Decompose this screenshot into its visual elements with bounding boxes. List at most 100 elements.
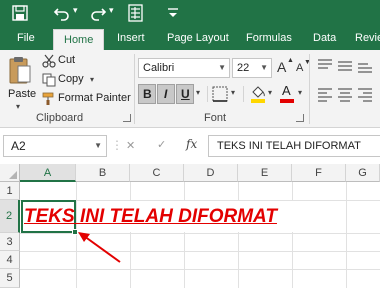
- align-left-icon[interactable]: [316, 86, 334, 102]
- annotation-arrow-icon: [78, 232, 121, 263]
- format-painter-label: Format Painter: [58, 92, 131, 104]
- formula-content: TEKS INI TELAH DIFORMAT: [217, 140, 361, 152]
- align-bottom-icon[interactable]: [356, 58, 374, 74]
- row-header-3[interactable]: 3: [0, 233, 20, 251]
- clipboard-dialog-launcher[interactable]: [123, 114, 131, 122]
- font-color-bar: [280, 99, 294, 103]
- font-size-combo[interactable]: 22 ▼: [232, 58, 272, 78]
- italic-label: I: [164, 87, 168, 101]
- excel-window: ▾ ▾ File Home Insert Page Layout Formula…: [0, 0, 380, 288]
- undo-icon[interactable]: [52, 3, 72, 23]
- row-header-2[interactable]: 2: [0, 200, 20, 233]
- paste-icon: [9, 57, 31, 84]
- select-all-triangle-icon: [9, 171, 17, 179]
- redo-icon[interactable]: [88, 3, 108, 23]
- tab-review[interactable]: Revie: [355, 27, 380, 50]
- enter-icon[interactable]: ✓: [157, 138, 166, 151]
- grow-font-caret-icon: ▲: [287, 57, 294, 64]
- column-header-f[interactable]: F: [292, 164, 346, 182]
- cut-label: Cut: [58, 54, 76, 66]
- row-header-1[interactable]: 1: [0, 182, 20, 200]
- fill-color-dropdown-icon[interactable]: ▾: [268, 88, 272, 97]
- group-separator: [134, 54, 135, 124]
- format-painter-button[interactable]: Format Painter: [42, 91, 134, 107]
- copy-icon: [42, 73, 56, 87]
- tab-formulas[interactable]: Formulas: [246, 27, 292, 50]
- gridline: [346, 182, 347, 288]
- font-size-value: 22: [237, 62, 250, 74]
- tab-insert[interactable]: Insert: [117, 27, 145, 50]
- gridline: [292, 182, 293, 288]
- column-header-a[interactable]: A: [20, 164, 76, 182]
- bold-button[interactable]: B: [138, 84, 156, 104]
- font-color-dropdown-icon[interactable]: ▾: [298, 88, 302, 97]
- font-color-button[interactable]: A: [280, 83, 296, 105]
- font-name-dropdown-icon[interactable]: ▼: [218, 59, 226, 77]
- row-header-4[interactable]: 4: [0, 251, 20, 269]
- select-all-corner[interactable]: [0, 164, 20, 182]
- paintbrush-icon: [42, 92, 54, 105]
- tab-file[interactable]: File: [17, 27, 35, 50]
- column-header-e[interactable]: E: [238, 164, 292, 182]
- paste-dropdown-icon[interactable]: ▾: [16, 102, 20, 111]
- font-name-value: Calibri: [143, 62, 175, 74]
- redo-dropdown-icon[interactable]: ▾: [109, 5, 114, 16]
- paste-button[interactable]: Paste ▾: [6, 56, 37, 111]
- title-bar: ▾ ▾: [0, 0, 380, 27]
- fill-color-icon[interactable]: [249, 83, 267, 103]
- tab-data[interactable]: Data: [313, 27, 336, 50]
- cancel-icon[interactable]: ✕: [126, 139, 135, 152]
- column-header-c[interactable]: C: [130, 164, 184, 182]
- align-right-icon[interactable]: [356, 86, 374, 102]
- column-header-b[interactable]: B: [76, 164, 130, 182]
- underline-button[interactable]: U: [176, 84, 194, 104]
- tab-page-layout[interactable]: Page Layout: [167, 27, 229, 50]
- font-separator: [243, 86, 244, 102]
- font-color-letter: A: [282, 83, 291, 98]
- column-header-d[interactable]: D: [184, 164, 238, 182]
- row-header-5[interactable]: 5: [0, 269, 20, 288]
- shrink-font-icon[interactable]: A: [296, 62, 303, 74]
- align-center-icon[interactable]: [336, 86, 354, 102]
- name-box[interactable]: A2 ▼: [3, 135, 107, 157]
- formula-bar-grip-icon: ⋮: [111, 138, 123, 152]
- align-top-icon[interactable]: [316, 58, 334, 74]
- copy-label: Copy: [58, 73, 84, 85]
- formula-input[interactable]: TEKS INI TELAH DIFORMAT: [208, 135, 380, 157]
- italic-button[interactable]: I: [157, 84, 175, 104]
- group-separator: [309, 54, 310, 124]
- form-icon[interactable]: [126, 3, 146, 23]
- column-header-g[interactable]: G: [346, 164, 380, 182]
- gridline: [184, 182, 185, 288]
- grow-font-icon[interactable]: A: [277, 59, 286, 75]
- underline-label: U: [181, 87, 190, 101]
- copy-button[interactable]: Copy ▾: [42, 72, 102, 88]
- scissors-icon: [42, 54, 56, 68]
- font-size-dropdown-icon[interactable]: ▼: [260, 59, 268, 77]
- formula-bar: A2 ▼ ⋮ ✕ ✓ fx TEKS INI TELAH DIFORMAT: [0, 128, 380, 162]
- underline-dropdown-icon[interactable]: ▾: [196, 88, 200, 97]
- undo-dropdown-icon[interactable]: ▾: [73, 5, 78, 16]
- gridline: [130, 182, 131, 288]
- paste-label: Paste: [8, 88, 37, 100]
- font-group-label: Font: [204, 112, 227, 124]
- borders-icon[interactable]: [211, 85, 229, 103]
- save-icon[interactable]: [10, 3, 30, 23]
- ribbon-tabs: File Home Insert Page Layout Formulas Da…: [0, 27, 380, 50]
- cut-button[interactable]: Cut: [42, 53, 102, 69]
- borders-dropdown-icon[interactable]: ▾: [231, 88, 235, 97]
- customize-quick-access-icon[interactable]: [163, 3, 183, 23]
- worksheet-grid[interactable]: A B C D E F G 1 2 3 4 5 TEKS INI TELAH D…: [0, 164, 380, 288]
- align-middle-icon[interactable]: [336, 58, 354, 74]
- copy-dropdown-icon[interactable]: ▾: [90, 75, 94, 84]
- gridline: [20, 269, 380, 270]
- name-box-dropdown-icon[interactable]: ▼: [94, 136, 102, 156]
- name-box-value: A2: [11, 139, 26, 153]
- clipboard-group-label: Clipboard: [36, 112, 84, 124]
- font-dialog-launcher[interactable]: [296, 114, 304, 122]
- gridline: [238, 182, 239, 288]
- ribbon: Paste ▾ Cut Copy ▾ Format Painter Clipbo…: [0, 50, 380, 128]
- font-name-combo[interactable]: Calibri ▼: [138, 58, 230, 78]
- tab-home[interactable]: Home: [53, 29, 105, 50]
- insert-function-icon[interactable]: fx: [186, 137, 197, 151]
